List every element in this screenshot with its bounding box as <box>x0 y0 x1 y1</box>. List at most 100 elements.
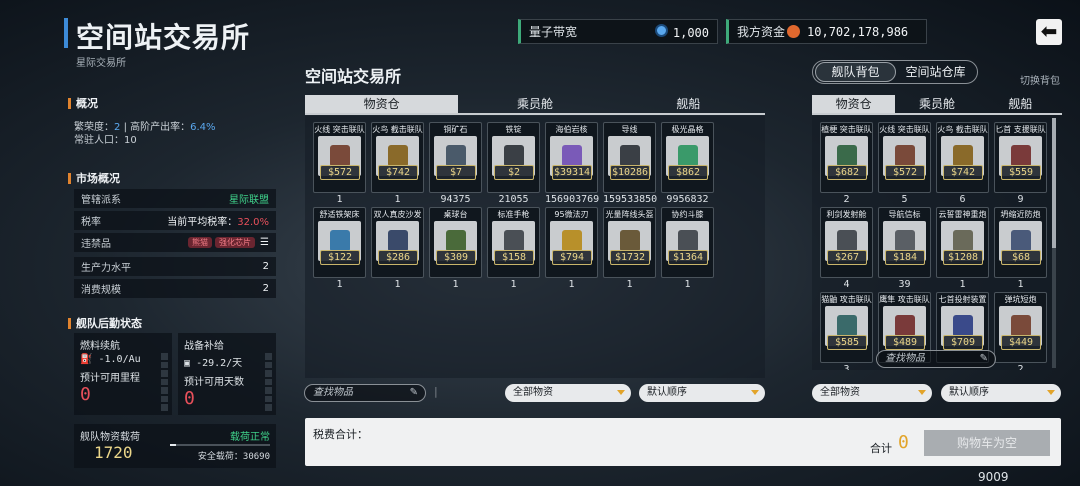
item-card[interactable]: 火线 突击联队 $572 <box>878 122 931 193</box>
item-slot[interactable]: 利剑发射舱 $267 4 <box>820 207 873 291</box>
item-slot[interactable]: 坍缩近防炮 $68 1 <box>994 207 1047 291</box>
item-name: 双人真皮沙发 <box>373 210 422 219</box>
item-price: $489 <box>885 335 925 350</box>
item-icon <box>952 145 973 167</box>
item-slot[interactable]: 95微法刃 $794 1 <box>545 207 598 291</box>
item-name: 鹰隼 攻击联队 <box>879 295 930 304</box>
switch-station-storage[interactable]: 空间站仓库 <box>896 63 975 81</box>
item-slot[interactable]: 匕首 支援联队 $559 9 <box>994 122 1047 206</box>
supply-icon: ▣ <box>184 358 191 369</box>
item-card[interactable]: 舒适铁架床 $122 <box>313 207 366 278</box>
item-name: 火鸟 截击联队 <box>372 125 423 134</box>
item-card[interactable]: 铜矿石 $7 <box>429 122 482 193</box>
item-card[interactable]: 利剑发射舱 $267 <box>820 207 873 278</box>
item-slot[interactable]: 极光晶格 $862 9956832 <box>661 122 714 206</box>
item-card[interactable]: 桌球台 $309 <box>429 207 482 278</box>
item-icon <box>836 230 857 252</box>
item-card[interactable]: 火鸟 截击联队 $742 <box>371 122 424 193</box>
tab-crew-cabin[interactable]: 乘员舱 <box>458 95 611 113</box>
dropdown-arrow-icon <box>1047 390 1055 395</box>
item-slot[interactable]: 火线 突击联队 $572 5 <box>878 122 931 206</box>
item-card[interactable]: 海伯岩核 $39314 <box>545 122 598 193</box>
buy-button[interactable]: 购物车为空 <box>924 430 1050 456</box>
title-accent <box>64 18 68 48</box>
item-card[interactable]: 猫鼬 攻击联队 $585 <box>820 292 873 363</box>
item-quantity: 94375 <box>440 194 471 205</box>
item-slot[interactable]: 猫鼬 攻击联队 $585 3 <box>820 292 873 370</box>
item-quantity: 156903769 <box>545 194 600 205</box>
exchange-item-grid: 火线 突击联队 $572 1 火鸟 截击联队 $742 1 铜矿石 $7 94375 铁锭 $2 21… <box>305 116 765 378</box>
item-card[interactable]: 95微法刃 $794 <box>545 207 598 278</box>
inv-tab-ships[interactable]: 舰船 <box>979 95 1062 113</box>
total-value: 0 <box>898 432 909 453</box>
inv-tab-crew-cabin[interactable]: 乘员舱 <box>895 95 978 113</box>
tab-ships[interactable]: 舰船 <box>612 95 765 113</box>
item-card[interactable]: 标准手枪 $158 <box>487 207 540 278</box>
exchange-search-input[interactable]: 查找物品 ✎ <box>304 384 426 402</box>
item-name: 导线 <box>621 125 638 134</box>
market-row-productivity: 生产力水平 2 <box>74 257 276 276</box>
item-card[interactable]: 火线 突击联队 $572 <box>313 122 366 193</box>
edit-icon: ✎ <box>409 387 418 398</box>
item-slot[interactable]: 植梗 突击联队 $682 2 <box>820 122 873 206</box>
quantum-icon <box>654 23 668 37</box>
item-quantity: 1 <box>959 279 966 290</box>
item-slot[interactable]: 云誓雷神重炮 $1208 1 <box>936 207 989 291</box>
item-slot[interactable]: 导航信标 $184 39 <box>878 207 931 291</box>
item-card[interactable]: 火鸟 截击联队 $742 <box>936 122 989 193</box>
switch-hint[interactable]: 切换背包 <box>1020 72 1060 87</box>
exchange-tabs: 物资仓 乘员舱 舰船 <box>305 95 765 113</box>
inventory-search-input[interactable]: 查找物品 ✎ <box>876 350 996 368</box>
item-slot[interactable]: 火鸟 截击联队 $742 6 <box>936 122 989 206</box>
exchange-filter-dropdown[interactable]: 全部物资 <box>505 384 631 402</box>
item-card[interactable]: 极光晶格 $862 <box>661 122 714 193</box>
item-name: 火线 突击联队 <box>879 125 930 134</box>
back-button[interactable]: ⬅ <box>1036 19 1062 45</box>
item-card[interactable]: 导线 $10286 <box>603 122 656 193</box>
inv-tab-cargo-hold[interactable]: 物资仓 <box>812 95 896 113</box>
item-slot[interactable]: 火鸟 截击联队 $742 1 <box>371 122 424 206</box>
item-name: 95微法刃 <box>554 210 589 219</box>
item-card[interactable]: 铁锭 $2 <box>487 122 540 193</box>
item-card[interactable]: 双人真皮沙发 $286 <box>371 207 424 278</box>
item-price: $1732 <box>610 250 650 265</box>
item-slot[interactable]: 双人真皮沙发 $286 1 <box>371 207 424 291</box>
item-card[interactable]: 植梗 突击联队 $682 <box>820 122 873 193</box>
inventory-scrollbar[interactable] <box>1052 118 1056 368</box>
back-arrow-icon: ⬅ <box>1040 19 1058 43</box>
item-slot[interactable]: 桌球台 $309 1 <box>429 207 482 291</box>
item-icon <box>503 145 524 167</box>
item-card[interactable]: 导航信标 $184 <box>878 207 931 278</box>
item-card[interactable]: 匕首 支援联队 $559 <box>994 122 1047 193</box>
item-slot[interactable]: 海伯岩核 $39314 156903769 <box>545 122 600 206</box>
exchange-sort-dropdown[interactable]: 默认顺序 <box>639 384 765 402</box>
divider: | <box>434 385 438 398</box>
item-card[interactable]: 弹坑短炮 $449 <box>994 292 1047 363</box>
item-price: $449 <box>1001 335 1041 350</box>
scroll-thumb[interactable] <box>1052 118 1056 248</box>
inventory-filter-dropdown[interactable]: 全部物资 <box>812 384 932 402</box>
item-slot[interactable]: 协约斗膝 $1364 1 <box>661 207 714 291</box>
item-slot[interactable]: 标准手枪 $158 1 <box>487 207 540 291</box>
item-price: $122 <box>320 250 360 265</box>
switch-fleet-bag[interactable]: 舰队背包 <box>815 62 896 82</box>
more-icon[interactable]: ☰ <box>260 237 269 248</box>
item-card[interactable]: 协约斗膝 $1364 <box>661 207 714 278</box>
item-slot[interactable]: 弹坑短炮 $449 2 <box>994 292 1047 370</box>
item-slot[interactable]: 舒适铁架床 $122 1 <box>313 207 366 291</box>
item-quantity: 159533850 <box>603 194 658 205</box>
item-slot[interactable]: 铜矿石 $7 94375 <box>429 122 482 206</box>
tab-cargo-hold[interactable]: 物资仓 <box>305 95 459 113</box>
inventory-sort-dropdown[interactable]: 默认顺序 <box>941 384 1061 402</box>
item-slot[interactable]: 导线 $10286 159533850 <box>603 122 658 206</box>
item-price: $682 <box>827 165 867 180</box>
item-slot[interactable]: 光量阵线头盔 $1732 1 <box>603 207 656 291</box>
funds-icon <box>787 25 801 38</box>
item-slot[interactable]: 铁锭 $2 21055 <box>487 122 540 206</box>
item-quantity: 1 <box>568 279 575 290</box>
item-icon <box>561 145 582 167</box>
item-card[interactable]: 坍缩近防炮 $68 <box>994 207 1047 278</box>
item-card[interactable]: 云誓雷神重炮 $1208 <box>936 207 989 278</box>
item-card[interactable]: 光量阵线头盔 $1732 <box>603 207 656 278</box>
item-slot[interactable]: 火线 突击联队 $572 1 <box>313 122 366 206</box>
